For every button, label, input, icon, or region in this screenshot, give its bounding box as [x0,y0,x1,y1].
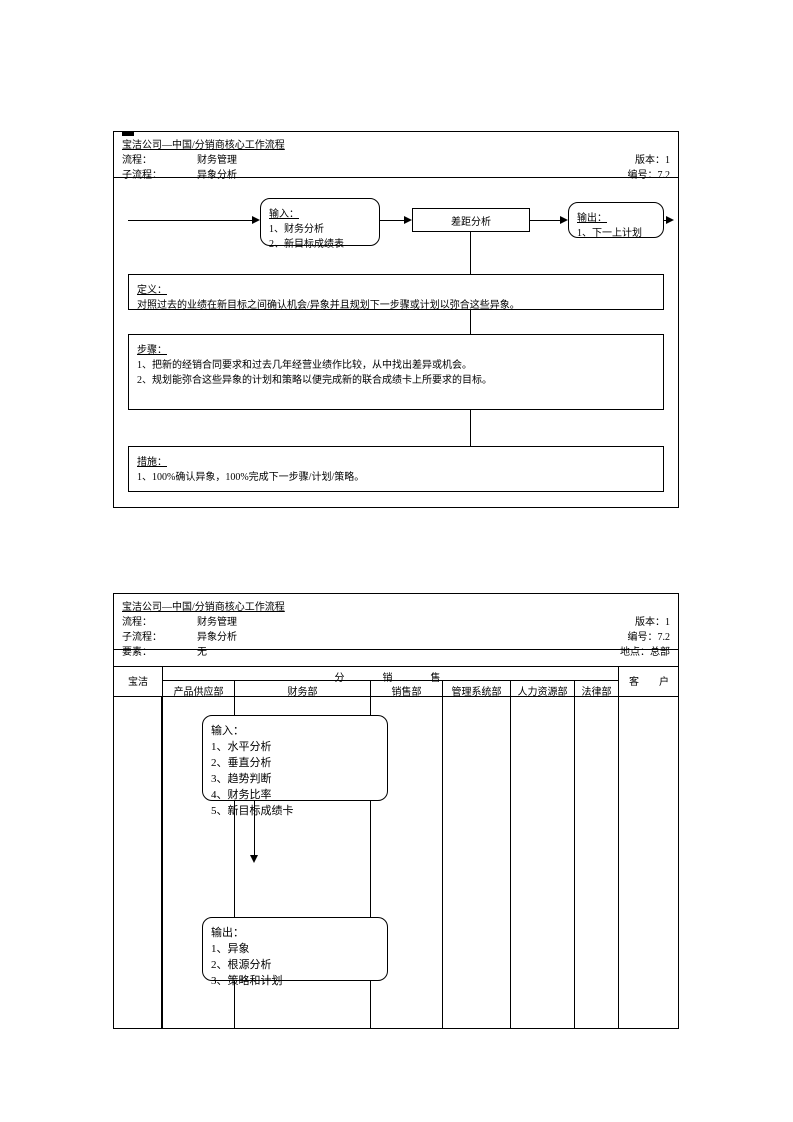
definition-title: 定义： [137,281,655,296]
swim-col-1: 财务部 [234,681,370,697]
subprocess2-value: 异象分析 [197,632,237,643]
diagram2-header: 宝洁公司—中国/分销商核心工作流程 流程： 财务管理 版本：1 子流程： 异象分… [114,594,678,650]
process-line: 流程： 财务管理 [122,151,237,166]
swim-output-box: 输出： 1、异象 2、根源分析 3、策略和计划 [202,917,388,981]
version2-label: 版本：1 [635,613,670,628]
arrow-right-head [666,216,674,224]
arrow-mid1-head [404,216,412,224]
subprocess-line: 子流程： 异象分析 [122,166,237,181]
center-box-label: 差距分析 [451,217,491,228]
subprocess2-label: 子流程： [122,632,157,643]
input-box: 输入： 1、财务分析 2、新目标成绩表 [260,198,380,246]
subprocess2-line: 子流程： 异象分析 [122,628,237,643]
input-title: 输入： [269,205,371,220]
measures-title: 措施： [137,453,655,468]
definition-box: 定义： 对照过去的业绩在新目标之间确认机会/异象并且规划下一步骤或计划以弥合这些… [128,274,664,310]
swim-input-line4: 4、财务比率 [211,786,379,802]
swim-input-line5: 5、新目标成绩卡 [211,802,379,818]
connector-center-def [470,232,471,274]
diagram1-frame: 宝洁公司—中国/分销商核心工作流程 流程： 财务管理 版本：1 子流程： 异象分… [113,131,679,508]
swim-group-header: 分 销 售 [162,667,618,681]
header2-row-process: 流程： 财务管理 版本：1 [122,613,670,628]
swim-output-title: 输出： [211,924,379,940]
output-box: 输出： 1、下一上计划 [568,202,664,238]
swim-output-line2: 2、根源分析 [211,956,379,972]
swim-input-title: 输入： [211,722,379,738]
swimlane-table: 宝洁 分 销 售 产品供应部 财务部 销售部 管理系统部 人力资源部 法律部 客… [114,666,678,1029]
process-value: 财务管理 [197,155,237,166]
arrow-mid2 [530,220,562,221]
input-line2: 2、新目标成绩表 [269,235,371,250]
swim-border-6 [618,697,619,1029]
definition-text: 对照过去的业绩在新目标之间确认机会/异象并且规划下一步骤或计划以弥合这些异象。 [137,296,655,311]
arrow-left-head [252,216,260,224]
input-line1: 1、财务分析 [269,220,371,235]
process2-value: 财务管理 [197,617,237,628]
output-line1: 1、下一上计划 [577,224,655,239]
arrow-left [128,220,254,221]
header-row-subprocess: 子流程： 异象分析 编号：7.2 [122,166,670,181]
output-title: 输出： [577,209,655,224]
location2-label: 地点：总部 [620,643,670,658]
version-label: 版本：1 [635,151,670,166]
process2-label: 流程： [122,617,147,628]
swim-arrow-down [254,801,255,857]
steps-title: 步骤： [137,341,655,356]
diagram2-frame: 宝洁公司—中国/分销商核心工作流程 流程： 财务管理 版本：1 子流程： 异象分… [113,593,679,1029]
measures-line1: 1、100%确认异象，100%完成下一步骤/计划/策略。 [137,468,655,483]
swim-col-4: 人力资源部 [510,681,574,697]
swim-arrow-down-head [250,855,258,863]
header-row-process: 流程： 财务管理 版本：1 [122,151,670,166]
swim-output-line1: 1、异象 [211,940,379,956]
connector-steps-measures [470,410,471,446]
swim-right-header: 客 户 [618,667,679,697]
center-box: 差距分析 [412,208,530,232]
swim-input-line1: 1、水平分析 [211,738,379,754]
swim-input-line2: 2、垂直分析 [211,754,379,770]
connector-def-steps [470,310,471,334]
swim-col-0: 产品供应部 [162,681,234,697]
header-accent-bar [122,132,134,136]
swim-col-2: 销售部 [370,681,442,697]
swim-col-5: 法律部 [574,681,618,697]
arrow-mid1 [380,220,406,221]
swim-output-line3: 3、策略和计划 [211,972,379,988]
swim-border-5 [574,697,575,1029]
header-title: 宝洁公司—中国/分销商核心工作流程 [122,136,670,151]
steps-box: 步骤： 1、把新的经销合同要求和过去几年经营业绩作比较，从中找出差异或机会。 2… [128,334,664,410]
swim-border-3 [442,697,443,1029]
swim-left-col [114,697,162,1029]
process2-line: 流程： 财务管理 [122,613,237,628]
header2-title: 宝洁公司—中国/分销商核心工作流程 [122,598,670,613]
header2-row-subprocess: 子流程： 异象分析 编号：7.2 [122,628,670,643]
subprocess-label: 子流程： [122,170,157,181]
steps-line1: 1、把新的经销合同要求和过去几年经营业绩作比较，从中找出差异或机会。 [137,356,655,371]
swim-col-3: 管理系统部 [442,681,510,697]
element2-line: 要素： 无 [122,643,207,658]
header2-row-element: 要素： 无 地点：总部 [122,643,670,658]
swim-input-box: 输入： 1、水平分析 2、垂直分析 3、趋势判断 4、财务比率 5、新目标成绩卡 [202,715,388,801]
arrow-mid2-head [560,216,568,224]
number-label: 编号：7.2 [628,166,671,181]
element2-value: 无 [197,647,207,658]
swim-border-0 [162,697,163,1029]
number2-label: 编号：7.2 [628,628,671,643]
swim-input-line3: 3、趋势判断 [211,770,379,786]
steps-line2: 2、规划能弥合这些异象的计划和策略以便完成新的联合成绩卡上所要求的目标。 [137,371,655,386]
subprocess-value: 异象分析 [197,170,237,181]
process-label: 流程： [122,155,147,166]
swim-left-header: 宝洁 [114,667,162,697]
diagram1-header: 宝洁公司—中国/分销商核心工作流程 流程： 财务管理 版本：1 子流程： 异象分… [114,132,678,178]
element2-label: 要素： [122,647,147,658]
swim-border-4 [510,697,511,1029]
measures-box: 措施： 1、100%确认异象，100%完成下一步骤/计划/策略。 [128,446,664,492]
